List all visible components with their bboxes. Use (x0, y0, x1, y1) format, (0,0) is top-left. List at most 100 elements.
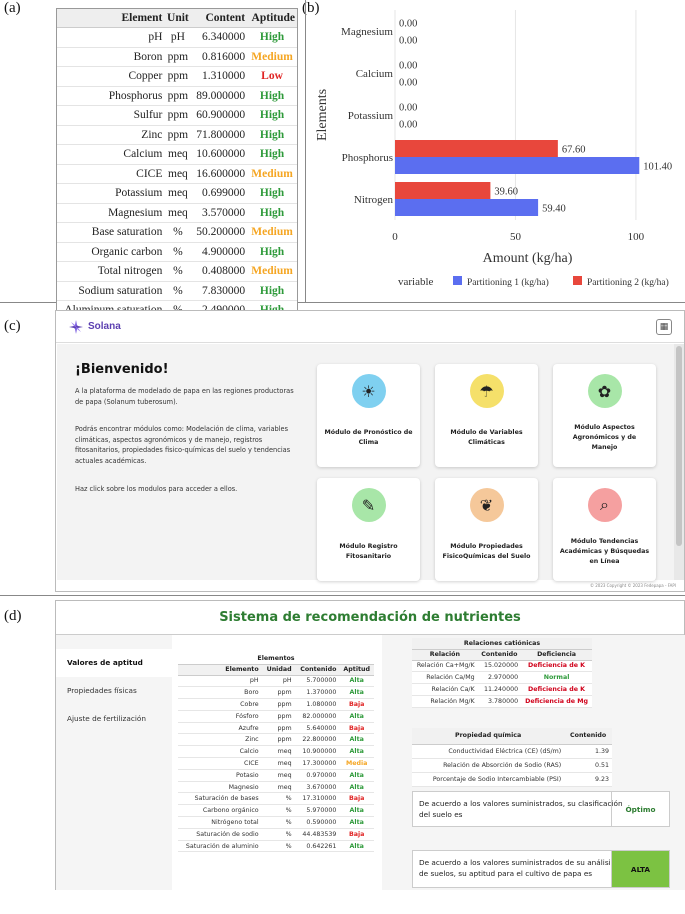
content-cell: 16.600000 (191, 164, 248, 184)
table-row: Relación Ca+Mg/K 15.020000 Deficiencia de … (412, 660, 592, 673)
table-row: pH pH 6.340000 High (57, 27, 297, 48)
unit-cell: ppm (164, 105, 192, 126)
content-cell: 3.570000 (191, 203, 248, 223)
unit-cell: meq (164, 203, 192, 223)
aptitude-cell: Alta (339, 781, 374, 794)
table-row: Saturación de bases% 17.310000 Baja (178, 792, 374, 806)
element-cell: CICE (57, 164, 165, 184)
module-card[interactable]: ❦ Módulo Propiedades FisicoQuímicas del S… (435, 478, 538, 581)
scrollbar-thumb[interactable] (676, 346, 682, 546)
aptitude-cell: Alta (339, 733, 374, 747)
classification-text: De acuerdo a los valores suministrados, … (419, 799, 623, 819)
y-tick-label: Potassium (348, 110, 394, 122)
unit-cell: meq (261, 745, 295, 759)
table-row: Saturación de aluminio% 0.642261 Alta (178, 840, 374, 853)
relation-cell: Relación Ca+Mg/K (412, 660, 478, 673)
sidebar: Valores de aptitud Propiedades físicas A… (56, 635, 172, 890)
column-header: Relación (412, 649, 478, 661)
column-header: Unidad (261, 664, 295, 676)
bar (395, 182, 491, 199)
module-label: Módulo Aspectos Agronómicos y de Manejo (572, 423, 637, 451)
partitioning-chart: 0 50 100 Magnesium 0.00 0.00 Calcium 0.00 0.00 Po… (310, 0, 685, 300)
content-cell: 1.080000 (294, 698, 340, 711)
y-tick-label: Nitrogen (354, 194, 394, 206)
unit-cell: % (261, 828, 295, 841)
bar (395, 157, 640, 174)
deficiency-cell: Deficiencia de Mg (521, 695, 592, 708)
content-cell: 0.970000 (294, 769, 340, 782)
unit-cell: % (261, 816, 295, 829)
brand-name: Solana (88, 321, 121, 332)
table-row: Azufre ppm 5.640000 Baja (178, 722, 374, 735)
module-card[interactable]: ☀ Módulo de Pronóstico de Clima (317, 364, 420, 467)
column-header: Aptitud (339, 664, 374, 676)
y-tick-label: Phosphorus (342, 152, 393, 164)
table-row: Base saturation% 50.200000 Medium (57, 222, 297, 243)
aptitude-cell: High (247, 27, 297, 48)
column-header: Contenido (477, 649, 522, 661)
module-label: Módulo de Variables Climáticas (450, 428, 523, 446)
module-card[interactable]: ✎ Módulo Registro Fitosanitario (317, 478, 420, 581)
content-cell: 10.600000 (191, 144, 248, 165)
content-cell: 11.240000 (477, 683, 522, 696)
data-label: 0.00 (399, 36, 417, 47)
data-label: 39.60 (494, 187, 518, 198)
column-header: Unit (164, 9, 192, 28)
sidebar-item-aptitud[interactable]: Valores de aptitud (56, 649, 172, 677)
module-card[interactable]: ✿ Módulo Aspectos Agronómicos y de Manejo (553, 364, 656, 467)
element-cell: Zinc (57, 125, 165, 145)
module-label: Módulo Registro Fitosanitario (339, 542, 398, 560)
bar (395, 199, 539, 216)
unit-cell: % (164, 222, 192, 243)
table-row: Sulfur ppm 60.900000 High (57, 105, 297, 126)
aptitude-cell: High (247, 281, 297, 301)
elements-table: Elementos Elemento Unidad Contenido Aptitud… (178, 653, 374, 853)
table-row: Nitrógeno total% 0.590000 Alta (178, 816, 374, 829)
module-label: Módulo de Pronóstico de Clima (324, 428, 413, 446)
content-cell: 1.39 (564, 744, 612, 759)
content-cell: 5.640000 (294, 722, 340, 735)
table-row: Carbono orgánico% 5.970000 Alta (178, 804, 374, 818)
unit-cell: ppm (261, 686, 295, 700)
relation-cell: Relación Mg/K (412, 695, 478, 708)
soil-table-panel: Element Unit Content Aptitude pH pH 6.340000 H… (56, 8, 298, 322)
aptitude-cell: Low (247, 66, 297, 87)
bar-chart: 0 50 100 Magnesium 0.00 0.00 Calcium 0.00 0.00 Po… (315, 10, 672, 288)
element-cell: Carbono orgánico (178, 804, 262, 818)
content-cell: 0.816000 (191, 47, 248, 67)
content-cell: 5.970000 (294, 804, 340, 818)
column-header: Propiedad química (412, 728, 565, 745)
table-row: Phosphorus ppm 89.000000 High (57, 86, 297, 106)
unit-cell: ppm (164, 66, 192, 87)
element-cell: Zinc (178, 733, 262, 747)
unit-cell: ppm (261, 722, 295, 735)
solana-logo[interactable]: Solana (68, 319, 121, 335)
sidebar-item-propiedades[interactable]: Propiedades físicas (56, 677, 172, 705)
aptitude-cell: Alta (339, 686, 374, 700)
module-card[interactable]: ☂ Módulo de Variables Climáticas (435, 364, 538, 467)
data-label: 0.00 (399, 61, 417, 72)
content-cell: 60.900000 (191, 105, 248, 126)
y-tick-label: Calcium (356, 68, 394, 80)
aptitude-cell: High (247, 242, 297, 262)
element-cell: Organic carbon (57, 242, 165, 262)
relation-cell: Relación Ca/Mg (412, 671, 478, 685)
scrollbar[interactable] (674, 344, 684, 580)
table-row: Relación Mg/K 3.780000 Deficiencia de Mg (412, 695, 592, 708)
sidebar-item-ajuste[interactable]: Ajuste de fertilización (56, 705, 172, 733)
divider (0, 595, 685, 596)
unit-cell: pH (164, 27, 192, 48)
aptitude-cell: Medium (247, 222, 297, 243)
clipboard-icon: ✎ (351, 488, 386, 522)
aptitude-cell: High (247, 86, 297, 106)
element-cell: Cobre (178, 698, 262, 711)
grid-icon[interactable]: ▦ (656, 319, 672, 335)
aptitude-cell: Alta (339, 816, 374, 829)
legend-entry: Partitioning 1 (kg/ha) (467, 277, 549, 288)
module-card[interactable]: ⌕ Módulo Tendencias Académicas y Búsqueda… (553, 478, 656, 581)
unit-cell: % (164, 281, 192, 301)
legend-title: variable (398, 276, 434, 288)
content-cell: 50.200000 (191, 222, 248, 243)
soil-sprout-icon: ❦ (469, 488, 504, 522)
classification-result: Óptimo (611, 792, 669, 826)
